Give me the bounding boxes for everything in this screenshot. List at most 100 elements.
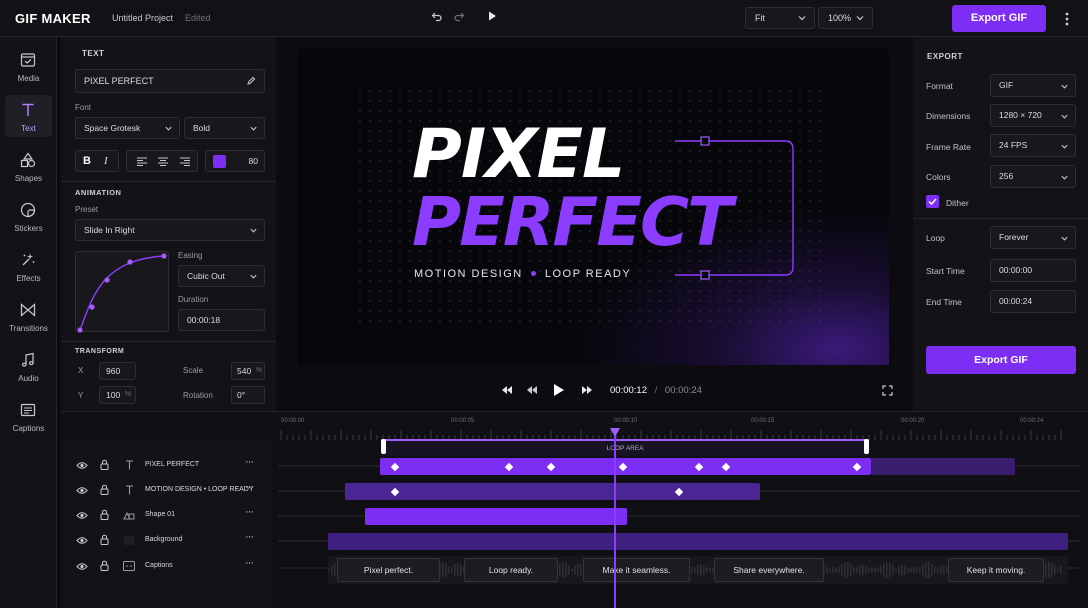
playhead-line[interactable]: [614, 436, 616, 608]
eye-icon[interactable]: [76, 461, 88, 470]
undo-icon[interactable]: [429, 10, 445, 26]
caption-clip[interactable]: Keep it moving.: [948, 558, 1044, 582]
rail-item-audio[interactable]: Audio: [5, 345, 52, 387]
project-name[interactable]: Untitled Project: [112, 13, 173, 23]
dither-checkbox[interactable]: [926, 195, 939, 208]
play-icon[interactable]: [484, 10, 500, 26]
resize-handle[interactable]: [700, 136, 710, 146]
loop-area[interactable]: LOOP AREA: [382, 439, 868, 456]
more-menu-icon[interactable]: [1062, 10, 1072, 28]
italic-icon[interactable]: I: [104, 151, 108, 171]
position-y-input[interactable]: 100 %: [99, 386, 136, 404]
lock-icon[interactable]: [100, 459, 109, 470]
clip-shape[interactable]: [365, 508, 627, 525]
rail-item-effects[interactable]: Effects: [5, 245, 52, 287]
track-row-captions[interactable]: Captions ···: [61, 555, 271, 579]
edit-pencil-icon[interactable]: [246, 76, 256, 86]
clip-motion-design[interactable]: [345, 483, 760, 500]
font-weight-select[interactable]: Bold: [184, 117, 265, 139]
duration-value: 00:00:18: [187, 315, 221, 325]
lock-icon[interactable]: [100, 509, 109, 520]
font-family-select[interactable]: Space Grotesk: [75, 117, 180, 139]
end-time-input[interactable]: 00:00:24: [990, 290, 1076, 313]
track-menu-icon[interactable]: ···: [245, 531, 254, 543]
lock-icon[interactable]: [100, 484, 109, 495]
curve-point[interactable]: [127, 259, 133, 265]
text-content-input[interactable]: PIXEL PERFECT: [75, 69, 265, 93]
track-menu-icon[interactable]: ···: [245, 557, 254, 569]
rail-item-captions[interactable]: Captions: [5, 395, 52, 437]
rail-item-media[interactable]: Media: [5, 45, 52, 87]
curve-point[interactable]: [89, 304, 95, 310]
chevron-down-icon: [250, 126, 257, 131]
dimensions-select[interactable]: 1280 × 720: [990, 104, 1076, 127]
eye-icon[interactable]: [76, 486, 88, 495]
position-x-input[interactable]: 960: [99, 362, 136, 380]
track-row-shape[interactable]: Shape 01 ···: [61, 504, 271, 528]
caption-clip[interactable]: Pixel perfect.: [337, 558, 440, 582]
align-right-icon[interactable]: [180, 157, 190, 166]
selection-frame[interactable]: [628, 134, 798, 284]
chevron-down-icon: [250, 228, 257, 233]
format-select[interactable]: GIF: [990, 74, 1076, 97]
player-play-icon[interactable]: [553, 383, 565, 397]
rail-item-shapes[interactable]: Shapes: [5, 145, 52, 187]
track-row-background[interactable]: Background ···: [61, 529, 271, 553]
fullscreen-icon[interactable]: [882, 385, 893, 396]
loop-end-handle[interactable]: [864, 439, 869, 454]
align-left-icon[interactable]: [137, 157, 147, 166]
duration-input[interactable]: 00:00:18: [178, 309, 265, 331]
caption-clip[interactable]: Make it seamless.: [583, 558, 690, 582]
lock-icon[interactable]: [100, 560, 109, 571]
clip-pixel-perfect-tail[interactable]: [871, 458, 1015, 475]
step-back-icon[interactable]: [526, 385, 538, 395]
color-swatch[interactable]: [213, 155, 226, 168]
timeline-ruler[interactable]: [280, 426, 1070, 440]
eye-icon[interactable]: [76, 536, 88, 545]
curve-point[interactable]: [77, 327, 83, 333]
text-color-field[interactable]: 80: [205, 150, 265, 172]
preset-value: Slide In Right: [84, 225, 135, 235]
lock-icon[interactable]: [100, 534, 109, 545]
playhead-handle[interactable]: [609, 427, 621, 438]
loop-select[interactable]: Forever: [990, 226, 1076, 249]
redo-icon[interactable]: [451, 10, 467, 26]
bold-icon[interactable]: B: [83, 151, 91, 171]
easing-curve-graph[interactable]: [75, 251, 169, 333]
rail-item-text[interactable]: Text: [5, 95, 52, 137]
colors-select[interactable]: 256: [990, 165, 1076, 188]
track-menu-icon[interactable]: ···: [245, 456, 254, 468]
frame-rate-select[interactable]: 24 FPS: [990, 134, 1076, 157]
align-center-icon[interactable]: [158, 157, 168, 166]
caption-clip[interactable]: Loop ready.: [464, 558, 558, 582]
preview-stage[interactable]: PIXEL PERFECT MOTION DESIGN LOOP READY: [298, 49, 889, 365]
zoom-select[interactable]: 100%: [818, 7, 873, 29]
curve-point[interactable]: [104, 277, 110, 283]
rail-item-transitions[interactable]: Transitions: [5, 295, 52, 337]
curve-point[interactable]: [161, 253, 167, 259]
chevron-down-icon: [1061, 236, 1068, 241]
clip-background[interactable]: [328, 533, 1068, 550]
resize-handle[interactable]: [700, 270, 710, 280]
scale-input[interactable]: 540 %: [231, 362, 265, 380]
skip-forward-icon[interactable]: [581, 385, 593, 395]
track-menu-icon[interactable]: ···: [245, 506, 254, 518]
rail-item-stickers[interactable]: Stickers: [5, 195, 52, 237]
track-menu-icon[interactable]: ···: [245, 481, 254, 493]
rotation-input[interactable]: 0°: [231, 386, 265, 404]
fit-select[interactable]: Fit: [745, 7, 815, 29]
export-gif-button[interactable]: Export GIF: [926, 346, 1076, 374]
skip-back-icon[interactable]: [501, 385, 513, 395]
loop-start-handle[interactable]: [381, 439, 386, 454]
easing-select[interactable]: Cubic Out: [178, 265, 265, 287]
animation-preset-select[interactable]: Slide In Right: [75, 219, 265, 241]
frame-rate-value: 24 FPS: [999, 140, 1028, 150]
track-row-motion-design[interactable]: MOTION DESIGN • LOOP READY ···: [61, 479, 271, 503]
eye-icon[interactable]: [76, 562, 88, 571]
start-time-input[interactable]: 00:00:00: [990, 259, 1076, 282]
caption-clip[interactable]: Share everywhere.: [714, 558, 824, 582]
track-row-pixel-perfect[interactable]: PIXEL PERFECT ···: [61, 454, 271, 478]
export-gif-top-button[interactable]: Export GIF: [952, 5, 1046, 32]
title-line-1[interactable]: PIXEL: [412, 119, 625, 191]
eye-icon[interactable]: [76, 511, 88, 520]
